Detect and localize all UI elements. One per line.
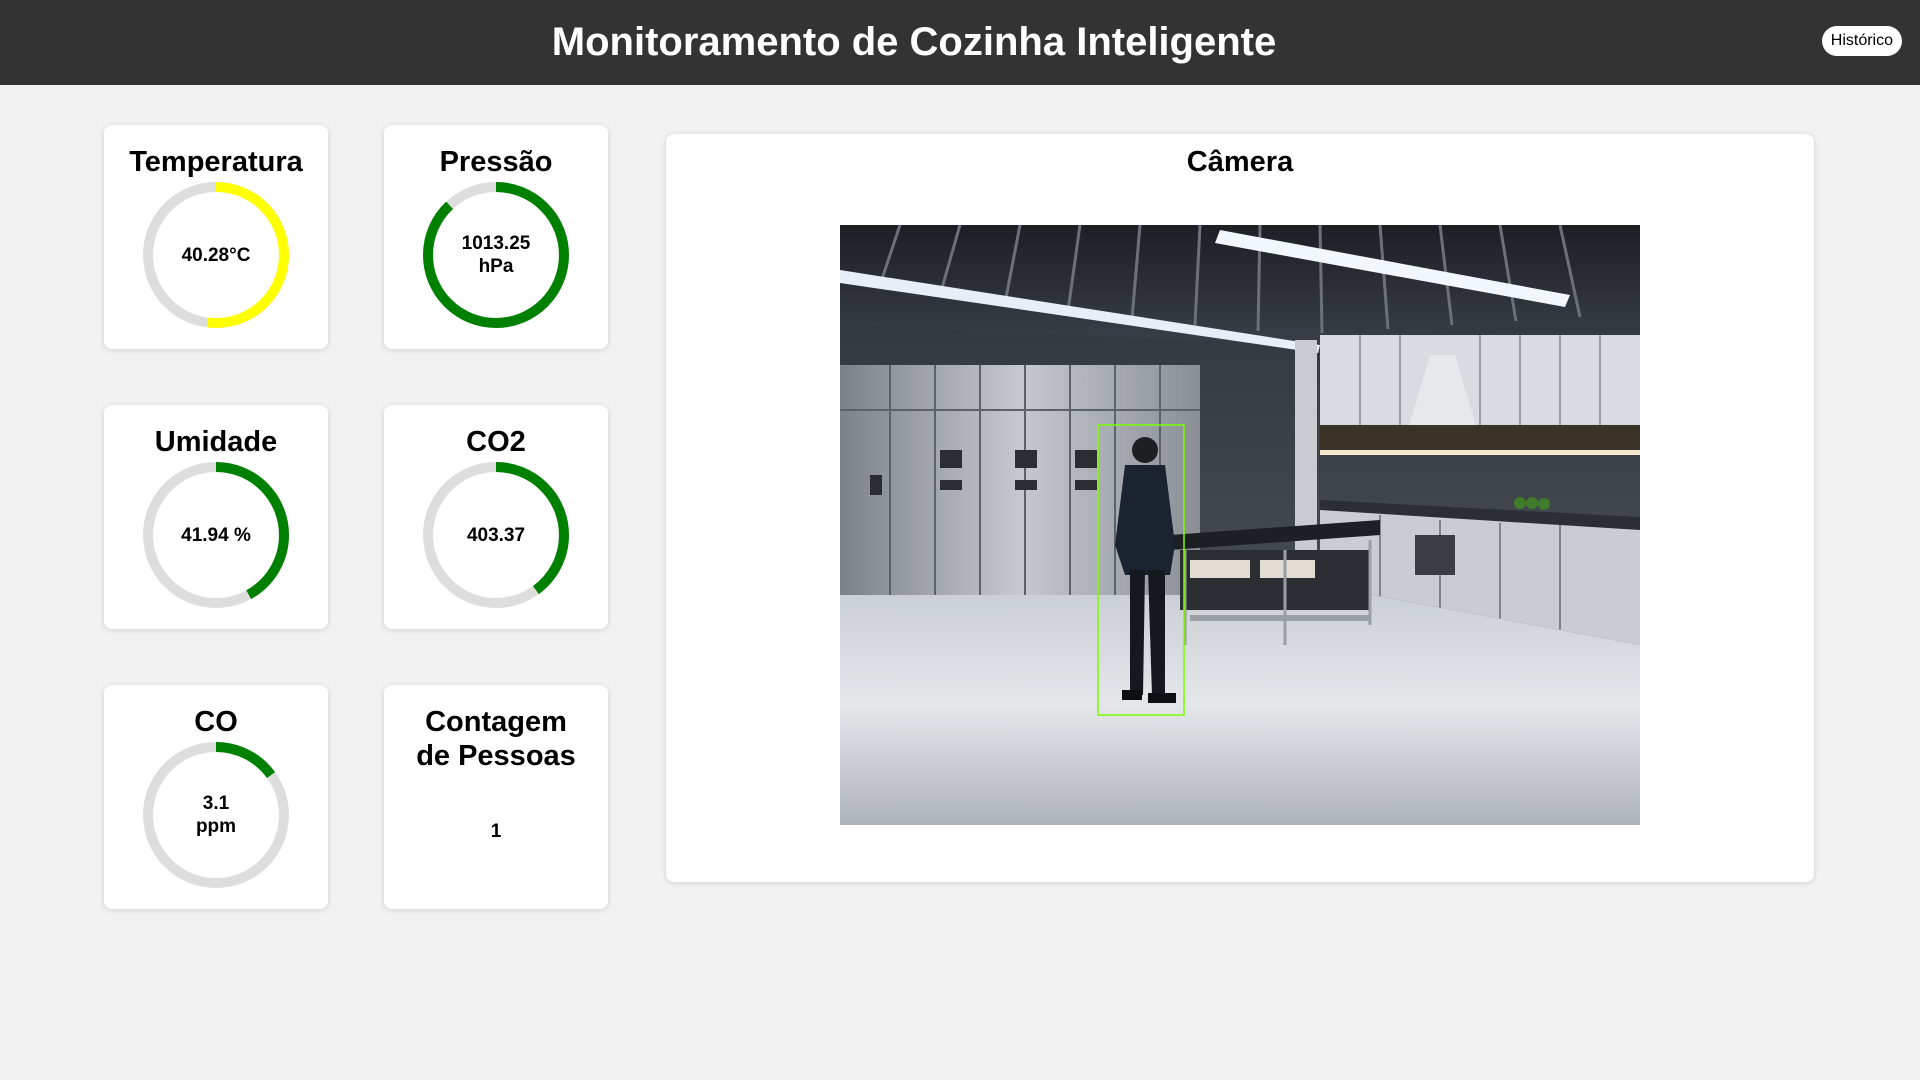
pressure-value: 1013.25 <box>461 233 531 254</box>
history-button[interactable]: Histórico <box>1821 26 1902 56</box>
people-count-title-line2: de Pessoas <box>416 740 576 772</box>
pressure-gauge: 1013.25 hPa <box>421 180 571 330</box>
temperature-gauge: 40.28°C <box>141 180 291 330</box>
co-unit: ppm <box>195 816 237 837</box>
people-count-value: 1 <box>490 821 502 842</box>
temperature-value: 40.28°C <box>181 244 251 266</box>
co2-gauge: 403.37 <box>421 460 571 610</box>
people-count-title: Contagem de Pessoas <box>384 705 608 773</box>
co-value: 3.1 <box>202 793 230 814</box>
people-count-card: Contagem de Pessoas 1 <box>384 685 608 909</box>
co-gauge: 3.1 ppm <box>141 740 291 890</box>
humidity-card: Umidade 41.94 % <box>104 405 328 629</box>
humidity-value: 41.94 % <box>181 524 251 546</box>
co-card: CO 3.1 ppm <box>104 685 328 909</box>
camera-title: Câmera <box>1186 146 1294 178</box>
co2-card: CO2 403.37 <box>384 405 608 629</box>
co2-title: CO2 <box>466 426 526 458</box>
pressure-title: Pressão <box>439 146 553 178</box>
people-count-title-line1: Contagem <box>425 706 567 738</box>
co-title: CO <box>194 706 238 738</box>
camera-feed-image <box>840 225 1640 825</box>
pressure-unit: hPa <box>478 256 514 277</box>
camera-panel: Câmera <box>666 134 1814 882</box>
temperature-card: Temperatura 40.28°C <box>104 125 328 349</box>
humidity-title: Umidade <box>154 426 278 458</box>
page-title: Monitoramento de Cozinha Inteligente <box>551 20 1277 64</box>
header-bar: Monitoramento de Cozinha Inteligente His… <box>0 0 1920 85</box>
co2-value: 403.37 <box>466 524 526 546</box>
pressure-card: Pressão 1013.25 hPa <box>384 125 608 349</box>
humidity-gauge: 41.94 % <box>141 460 291 610</box>
temperature-title: Temperatura <box>129 146 303 178</box>
